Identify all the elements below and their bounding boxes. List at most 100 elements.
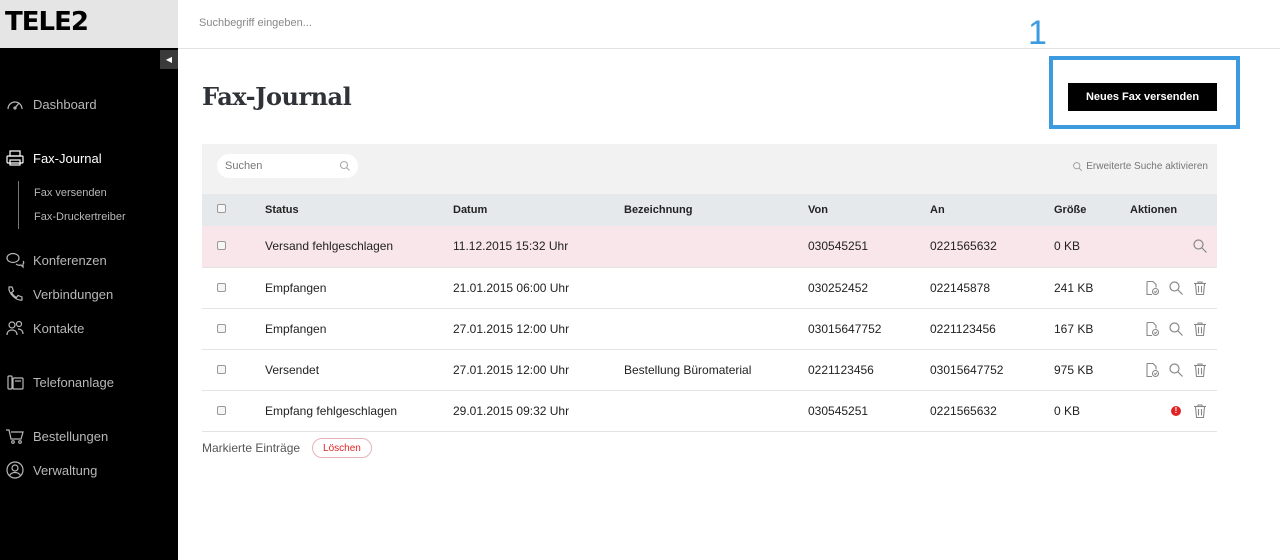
cell-aktionen — [1130, 308, 1217, 350]
cell-von: 0221123456 — [808, 349, 930, 391]
cell-datum: 11.12.2015 15:32 Uhr — [453, 226, 624, 268]
file-refresh-icon[interactable] — [1144, 321, 1160, 337]
sidebar-item-label: Fax-Journal — [33, 150, 102, 166]
logo-area: TELE2 — [0, 0, 178, 48]
search-icon[interactable] — [1168, 280, 1184, 296]
cell-datum: 27.01.2015 12:00 Uhr — [453, 308, 624, 350]
sidebar-collapse-button[interactable]: ◀ — [160, 50, 178, 69]
tele2-logo[interactable]: TELE2 — [5, 7, 89, 37]
trash-icon[interactable] — [1192, 362, 1208, 378]
trash-icon[interactable] — [1192, 280, 1208, 296]
row-checkbox[interactable] — [217, 364, 226, 374]
file-refresh-icon[interactable] — [1144, 280, 1160, 296]
new-fax-button[interactable]: Neues Fax versenden — [1068, 83, 1217, 111]
sidebar-item-fax-journal[interactable]: Fax-Journal — [0, 145, 178, 171]
row-select-cell — [202, 390, 265, 432]
search-icon[interactable] — [1168, 362, 1184, 378]
sidebar-item-label: Telefonanlage — [33, 374, 114, 390]
table-row[interactable]: Empfang fehlgeschlagen 29.01.2015 09:32 U… — [202, 390, 1217, 432]
gauge-icon — [5, 94, 25, 114]
cell-aktionen — [1130, 226, 1217, 268]
cell-von: 030252452 — [808, 267, 930, 309]
user-circle-icon — [5, 460, 25, 480]
select-all-checkbox[interactable] — [217, 204, 226, 213]
cell-bezeichnung — [624, 267, 808, 309]
filter-bar: Erweiterte Suche aktivieren — [202, 144, 1217, 194]
advanced-search-link[interactable]: Erweiterte Suche aktivieren — [1072, 161, 1208, 172]
cart-icon — [5, 426, 25, 446]
topbar — [178, 0, 1280, 49]
page-title: Fax-Journal — [202, 82, 352, 111]
file-refresh-icon[interactable] — [1144, 362, 1160, 378]
row-checkbox[interactable] — [217, 323, 226, 333]
table-row[interactable]: Versand fehlgeschlagen 11.12.2015 15:32 U… — [202, 226, 1217, 268]
trash-icon[interactable] — [1192, 321, 1208, 337]
header-von[interactable]: Von — [808, 194, 930, 226]
sidebar-item-label: Konferenzen — [33, 252, 107, 268]
header-bezeichnung[interactable]: Bezeichnung — [624, 194, 808, 226]
journal-search — [217, 154, 358, 178]
subnav-item-fax-druckertreiber[interactable]: Fax-Druckertreiber — [34, 211, 126, 223]
cell-groesse: 0 KB — [1054, 390, 1130, 432]
search-icon[interactable] — [1192, 238, 1208, 254]
cell-bezeichnung — [624, 308, 808, 350]
bulk-label: Markierte Einträge — [202, 441, 301, 455]
delete-selected-button[interactable]: Löschen — [312, 438, 372, 458]
table-body: Versand fehlgeschlagen 11.12.2015 15:32 U… — [202, 226, 1217, 432]
table-row[interactable]: Empfangen 27.01.2015 12:00 Uhr 03015647752… — [202, 308, 1217, 350]
contacts-icon — [5, 318, 25, 338]
cell-von: 03015647752 — [808, 308, 930, 350]
sidebar-item-konferenzen[interactable]: Konferenzen — [0, 247, 178, 273]
cell-an: 0221123456 — [930, 308, 1054, 350]
cell-bezeichnung — [624, 390, 808, 432]
sidebar-item-verwaltung[interactable]: Verwaltung — [0, 457, 178, 483]
sidebar-item-kontakte[interactable]: Kontakte — [0, 315, 178, 341]
printer-icon — [5, 148, 25, 168]
row-checkbox[interactable] — [217, 282, 226, 292]
search-icon[interactable] — [1168, 321, 1184, 337]
chat-bubbles-icon — [5, 250, 25, 270]
bulk-actions: Markierte Einträge Löschen — [202, 438, 372, 458]
sidebar-item-label: Dashboard — [33, 96, 97, 112]
sidebar-item-verbindungen[interactable]: Verbindungen — [0, 281, 178, 307]
table-row[interactable]: Empfangen 21.01.2015 06:00 Uhr 030252452 02… — [202, 267, 1217, 309]
cell-status: Empfang fehlgeschlagen — [265, 390, 453, 432]
journal-search-input[interactable] — [225, 158, 335, 174]
search-icon[interactable] — [338, 159, 352, 173]
header-groesse[interactable]: Größe — [1054, 194, 1130, 226]
table-header-row: Status Datum Bezeichnung Von An Größe Ak… — [202, 194, 1217, 226]
sidebar-item-dashboard[interactable]: Dashboard — [0, 91, 178, 117]
cell-groesse: 975 KB — [1054, 349, 1130, 391]
sidebar-item-label: Kontakte — [33, 320, 85, 336]
header-an[interactable]: An — [930, 194, 1054, 226]
row-checkbox[interactable] — [217, 405, 226, 415]
row-select-cell — [202, 349, 265, 391]
fax-journal-table: Status Datum Bezeichnung Von An Größe Ak… — [202, 194, 1217, 432]
subnav-item-fax-versenden[interactable]: Fax versenden — [34, 187, 107, 199]
cell-an: 0221565632 — [930, 226, 1054, 268]
row-checkbox[interactable] — [217, 241, 226, 251]
cell-groesse: 241 KB — [1054, 267, 1130, 309]
header-status[interactable]: Status — [265, 194, 453, 226]
cell-aktionen: ! — [1130, 390, 1217, 432]
cell-von: 030545251 — [808, 390, 930, 432]
global-search-input[interactable] — [199, 15, 599, 31]
annotation-number: 1 — [1028, 14, 1047, 52]
header-select-all[interactable] — [202, 194, 265, 226]
sidebar-item-label: Verwaltung — [33, 462, 98, 478]
sidebar-item-bestellungen[interactable]: Bestellungen — [0, 423, 178, 449]
cell-status: Versand fehlgeschlagen — [265, 226, 453, 268]
row-select-cell — [202, 267, 265, 309]
table-row[interactable]: Versendet 27.01.2015 12:00 Uhr Bestellung … — [202, 349, 1217, 391]
cell-status: Versendet — [265, 349, 453, 391]
cell-an: 03015647752 — [930, 349, 1054, 391]
fax-subnav: Fax versenden Fax-Druckertreiber — [18, 181, 168, 229]
sidebar-item-telefonanlage[interactable]: Telefonanlage — [0, 369, 178, 395]
header-datum[interactable]: Datum — [453, 194, 624, 226]
header-aktionen: Aktionen — [1130, 194, 1217, 226]
cell-status: Empfangen — [265, 267, 453, 309]
cell-datum: 29.01.2015 09:32 Uhr — [453, 390, 624, 432]
cell-aktionen — [1130, 267, 1217, 309]
cell-datum: 27.01.2015 12:00 Uhr — [453, 349, 624, 391]
trash-icon[interactable] — [1192, 403, 1208, 419]
